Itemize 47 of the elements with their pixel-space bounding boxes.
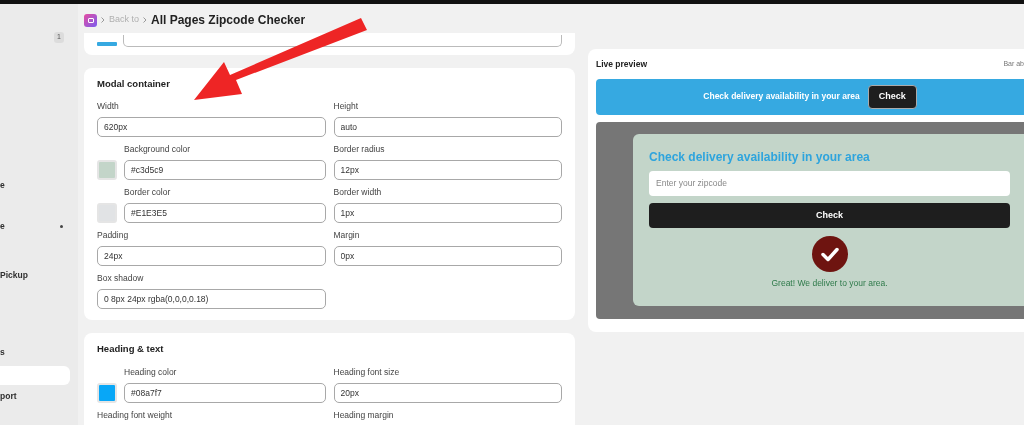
- section-heading: Heading & text: [97, 342, 165, 357]
- input-field[interactable]: auto: [333, 117, 562, 138]
- app-icon: [84, 13, 97, 27]
- input-field[interactable]: 0px: [333, 246, 562, 267]
- field-label: Heading margin: [333, 408, 395, 421]
- modal-heading: Check delivery availability in your area: [649, 148, 871, 166]
- input-field[interactable]: #08a7f7: [124, 382, 326, 403]
- input-field[interactable]: #E1E3E5: [124, 203, 326, 224]
- input-field[interactable]: 1px: [333, 203, 562, 224]
- input-field[interactable]: 12px: [333, 160, 562, 181]
- field-label: Width: [97, 100, 120, 113]
- field-label: Margin: [333, 229, 361, 242]
- field-label: Heading color: [124, 365, 178, 378]
- field-label: Background color: [124, 143, 192, 156]
- input-field[interactable]: 20px: [333, 382, 562, 403]
- zipcode-input[interactable]: Enter your zipcode: [649, 170, 1010, 196]
- input-field[interactable]: 24px: [97, 246, 326, 267]
- check-button[interactable]: Check: [867, 84, 917, 109]
- bar-text: Check delivery availability in your area: [703, 90, 860, 104]
- sidebar-item[interactable]: s: [0, 343, 70, 362]
- color-swatch[interactable]: [97, 42, 117, 46]
- preview-title: Live preview: [596, 58, 648, 71]
- input-field[interactable]: 0 8px 24px rgba(0,0,0,0.18): [97, 289, 326, 310]
- field-label: Border color: [124, 186, 172, 199]
- sidebar-item[interactable]: port: [0, 387, 70, 406]
- success-message: Great! We deliver to your area.: [770, 276, 889, 290]
- field-label: Box shadow: [97, 272, 145, 285]
- color-swatch[interactable]: [97, 160, 117, 181]
- input-field[interactable]: #c3d5c9: [124, 160, 326, 181]
- sidebar-item[interactable]: Pickup: [0, 266, 70, 285]
- check-button[interactable]: Check: [649, 202, 1010, 228]
- field-label: Height: [333, 100, 360, 113]
- color-swatch[interactable]: [97, 203, 117, 224]
- page-title: All Pages Zipcode Checker: [151, 12, 306, 29]
- field-label: Heading font weight: [97, 408, 174, 421]
- chevron-icon: [101, 17, 105, 23]
- chevron-icon: [143, 17, 147, 23]
- field-label: Heading font size: [333, 365, 401, 378]
- check-icon: [811, 235, 848, 272]
- field-label: Padding: [97, 229, 130, 242]
- input-field[interactable]: 620px: [97, 117, 326, 138]
- sidebar-item[interactable]: e: [0, 176, 70, 195]
- color-swatch[interactable]: [97, 382, 117, 403]
- field-label: Border radius: [333, 143, 386, 156]
- section-heading: Modal container: [97, 77, 171, 91]
- sidebar-item[interactable]: e: [0, 217, 70, 236]
- field-label: Border width: [333, 186, 383, 199]
